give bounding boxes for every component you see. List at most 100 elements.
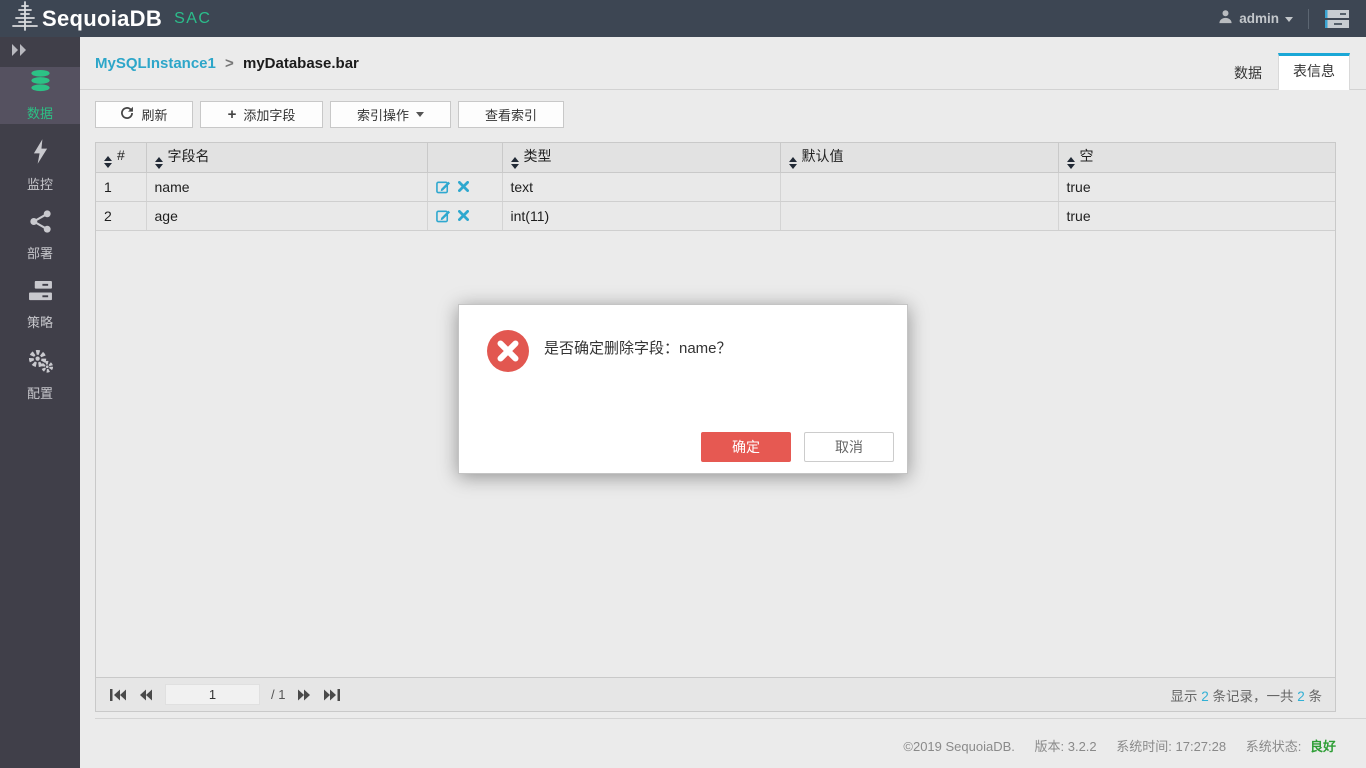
footer-version: 版本: 3.2.2 — [1035, 739, 1097, 754]
edit-field-icon[interactable] — [436, 179, 451, 194]
refresh-label: 刷新 — [141, 105, 167, 124]
cell-actions — [427, 201, 502, 230]
page-footer: ©2019 SequoiaDB. 版本: 3.2.2 系统时间: 17:27:2… — [95, 718, 1366, 768]
gears-icon — [28, 349, 53, 378]
sidebar-item-label: 策略 — [27, 312, 53, 331]
tabs: 数据 表信息 — [1218, 53, 1350, 90]
delete-field-icon[interactable] — [458, 210, 469, 221]
breadcrumb-current: myDatabase.bar — [243, 55, 359, 72]
user-icon — [1218, 9, 1233, 29]
previous-page-button[interactable] — [139, 688, 154, 702]
sidebar-item-monitor[interactable]: 监控 — [0, 137, 80, 194]
footer-copyright: ©2019 SequoiaDB. — [903, 739, 1015, 754]
page-number-input[interactable] — [165, 684, 260, 705]
brand-name: SequoiaDB — [42, 6, 162, 32]
column-label: 类型 — [524, 148, 552, 164]
column-header-null[interactable]: 空 — [1058, 143, 1335, 172]
sequoia-tree-logo-icon — [12, 1, 38, 36]
fields-table: # 字段名 类型 默认值 空 — [96, 143, 1335, 231]
column-header-field-name[interactable]: 字段名 — [146, 143, 427, 172]
page-total: / 1 — [271, 687, 285, 702]
delete-confirm-dialog: 是否确定删除字段：name？ 确定 取消 — [458, 304, 908, 474]
edit-field-icon[interactable] — [436, 208, 451, 223]
cell-index: 1 — [96, 172, 146, 201]
grid-footer: / 1 显示 2 条记录，一共 2 条 — [96, 677, 1335, 711]
last-page-button[interactable] — [322, 688, 341, 702]
chevron-down-icon — [1285, 17, 1293, 22]
sort-icon[interactable] — [104, 156, 112, 168]
first-page-button[interactable] — [109, 688, 128, 702]
table-row: 1 name — [96, 172, 1335, 201]
brand-suffix: SAC — [174, 10, 211, 28]
next-page-button[interactable] — [296, 688, 311, 702]
column-label: # — [117, 147, 125, 163]
host-list-icon[interactable] — [1324, 9, 1350, 29]
record-summary: 显示 2 条记录，一共 2 条 — [1170, 685, 1322, 705]
tab-table-info[interactable]: 表信息 — [1278, 53, 1350, 90]
view-index-button[interactable]: 查看索引 — [458, 101, 564, 128]
column-header-type[interactable]: 类型 — [502, 143, 780, 172]
sidebar-item-strategy[interactable]: 策略 — [0, 277, 80, 334]
cell-field-name: name — [146, 172, 427, 201]
column-header-actions — [427, 143, 502, 172]
column-label: 空 — [1080, 148, 1094, 164]
pagination: / 1 — [109, 684, 341, 705]
cell-actions — [427, 172, 502, 201]
dialog-message: 是否确定删除字段：name？ — [544, 337, 732, 358]
lightning-icon — [32, 139, 49, 169]
user-menu[interactable]: admin — [1218, 9, 1293, 29]
sidebar-item-label: 部署 — [27, 243, 53, 262]
index-operations-dropdown[interactable]: 索引操作 — [330, 101, 451, 128]
cancel-button[interactable]: 取消 — [804, 432, 894, 462]
cell-type: int(11) — [502, 201, 780, 230]
table-row: 2 age — [96, 201, 1335, 230]
record-summary-text: 显示 — [1170, 689, 1201, 704]
record-count: 2 — [1201, 689, 1209, 704]
topbar-right: admin — [1218, 9, 1350, 29]
servers-icon — [28, 281, 53, 307]
sidebar-collapse-toggle[interactable] — [0, 37, 80, 67]
topbar-divider — [1308, 9, 1309, 29]
column-label: 字段名 — [168, 148, 210, 164]
delete-field-icon[interactable] — [458, 181, 469, 192]
table-header-row: # 字段名 类型 默认值 空 — [96, 143, 1335, 172]
column-header-index[interactable]: # — [96, 143, 146, 172]
breadcrumb-separator: > — [225, 55, 234, 72]
sidebar-item-label: 数据 — [27, 103, 53, 122]
chevron-down-icon — [416, 112, 424, 117]
sidebar-item-config[interactable]: 配置 — [0, 347, 80, 404]
column-header-default[interactable]: 默认值 — [780, 143, 1058, 172]
breadcrumb-parent-link[interactable]: MySQLInstance1 — [95, 55, 216, 72]
add-field-button[interactable]: + 添加字段 — [200, 101, 323, 128]
sidebar-item-label: 配置 — [27, 383, 53, 402]
confirm-button[interactable]: 确定 — [701, 432, 791, 462]
sort-icon[interactable] — [789, 157, 797, 169]
sidebar-item-label: 监控 — [27, 174, 53, 193]
footer-system-time: 系统时间: 17:27:28 — [1116, 739, 1226, 754]
record-summary-text: 条 — [1305, 689, 1322, 704]
cell-index: 2 — [96, 201, 146, 230]
sort-icon[interactable] — [511, 157, 519, 169]
cell-null: true — [1058, 172, 1335, 201]
double-chevron-right-icon — [11, 43, 28, 61]
refresh-icon — [120, 106, 134, 123]
add-field-label: 添加字段 — [243, 105, 295, 124]
cell-default — [780, 201, 1058, 230]
column-label: 默认值 — [802, 148, 844, 164]
brand: SequoiaDB SAC — [12, 1, 211, 36]
tab-data[interactable]: 数据 — [1218, 56, 1278, 90]
sidebar-item-deploy[interactable]: 部署 — [0, 207, 80, 264]
refresh-button[interactable]: 刷新 — [95, 101, 193, 128]
error-circle-icon — [487, 330, 529, 377]
footer-status-label: 系统状态: — [1246, 739, 1302, 754]
database-icon — [28, 69, 53, 98]
sidebar-item-data[interactable]: 数据 — [0, 67, 80, 124]
sort-icon[interactable] — [155, 157, 163, 169]
user-name: admin — [1239, 11, 1279, 26]
cell-null: true — [1058, 201, 1335, 230]
cell-default — [780, 172, 1058, 201]
share-icon — [29, 210, 52, 238]
sidebar: 数据 监控 部署 — [0, 37, 80, 768]
record-summary-text: 条记录，一共 — [1209, 689, 1298, 704]
sort-icon[interactable] — [1067, 157, 1075, 169]
